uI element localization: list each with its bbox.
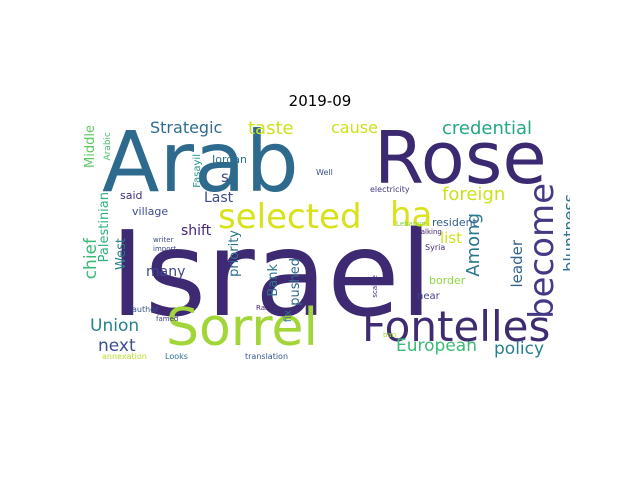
word-ban: ban xyxy=(383,331,397,339)
word-bluntness: bluntness xyxy=(560,194,570,272)
word-s: s xyxy=(221,168,229,186)
word-arabic: Arabic xyxy=(103,132,113,161)
word-taste: taste xyxy=(248,120,294,139)
word-import: import xyxy=(153,245,177,253)
word-bank: Bank xyxy=(266,264,281,297)
word-leader: leader xyxy=(508,240,526,288)
word-credential: credential xyxy=(442,120,532,139)
word-pushed: pushed xyxy=(288,258,303,306)
word-strategic: Strategic xyxy=(150,120,223,137)
word-west: West xyxy=(114,238,129,270)
word-ran: Ran xyxy=(256,304,270,312)
word-well: Well xyxy=(316,168,333,177)
word-middle: Middle xyxy=(83,125,98,168)
word-fasayil: Fasayil xyxy=(192,154,203,188)
word-many: many xyxy=(146,264,186,280)
word-said: said xyxy=(120,189,143,202)
word-author: author xyxy=(132,305,159,314)
word-palestinian: Palestinian xyxy=(97,192,112,263)
word-looks: Looks xyxy=(165,352,188,361)
word-fix: fix xyxy=(283,310,294,323)
word-famed: famed xyxy=(156,315,179,323)
word-jordan: Jordan xyxy=(212,153,247,166)
word-foreign: foreign xyxy=(442,184,506,205)
word-shift: shift xyxy=(181,223,212,239)
word-talking: talking xyxy=(418,228,442,236)
word-near: near xyxy=(417,291,440,302)
word-electricity: electricity xyxy=(370,185,410,194)
word-european: European xyxy=(396,336,477,356)
word-resident: resident xyxy=(432,216,477,229)
word-selected: selected xyxy=(218,197,362,237)
word-scarce: scarce xyxy=(371,275,379,298)
word-border: border xyxy=(429,274,466,287)
word-union: Union xyxy=(90,316,140,336)
word-writer: writer xyxy=(153,236,174,244)
word-cloud: Israel Arab Rose Sorrel Fontelles selected bec… xyxy=(80,120,570,365)
word-lebanon: Lebanon xyxy=(396,220,426,228)
figure-title: 2019-09 xyxy=(288,92,352,110)
word-syria: Syria xyxy=(425,243,446,252)
word-annexation: annexation xyxy=(102,352,147,361)
word-translation: translation xyxy=(245,352,289,361)
word-village: village xyxy=(132,205,169,218)
word-cause: cause xyxy=(331,120,378,137)
word-become: become xyxy=(522,183,562,320)
word-priority: priority xyxy=(227,230,242,277)
word-last: Last xyxy=(204,190,234,206)
word-sorrel: Sorrel xyxy=(166,298,318,358)
word-policy: policy xyxy=(494,339,545,359)
